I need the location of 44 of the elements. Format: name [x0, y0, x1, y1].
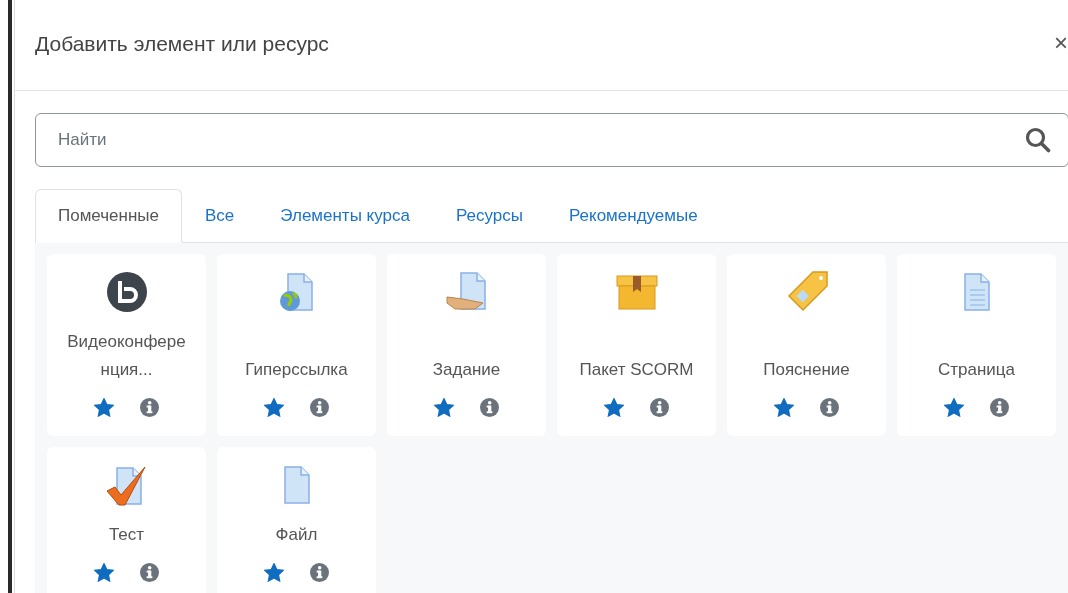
- search-field[interactable]: Найти: [35, 113, 1068, 167]
- star-button[interactable]: [264, 397, 284, 417]
- info-button[interactable]: [310, 397, 329, 417]
- module-label: Пояснение: [762, 359, 851, 381]
- star-button[interactable]: [604, 397, 624, 417]
- info-button[interactable]: [820, 397, 839, 417]
- module-label: Страница: [936, 359, 1017, 381]
- module-card[interactable]: Задание: [387, 254, 546, 436]
- module-label: Видеоконфере нция...: [66, 331, 187, 381]
- dialog-title: Добавить элемент или ресурс: [35, 32, 329, 57]
- info-button[interactable]: [650, 397, 669, 417]
- b-logo-icon: [106, 272, 147, 312]
- tab[interactable]: Все: [182, 189, 258, 243]
- info-button[interactable]: [990, 397, 1009, 417]
- star-button[interactable]: [774, 397, 794, 417]
- module-card[interactable]: Пояснение: [727, 254, 886, 436]
- module-card[interactable]: Страница: [897, 254, 1056, 436]
- module-label: Пакет SCORM: [578, 359, 695, 381]
- close-button[interactable]: ×: [1054, 29, 1068, 61]
- star-button[interactable]: [264, 562, 284, 582]
- module-card[interactable]: Видеоконфере нция...: [47, 254, 206, 436]
- info-button[interactable]: [480, 397, 499, 417]
- module-label: Гиперссылка: [244, 359, 349, 381]
- document-hand-icon: [444, 271, 489, 313]
- search-icon: [1025, 127, 1051, 153]
- star-button[interactable]: [434, 397, 454, 417]
- tab[interactable]: Рекомендуемые: [546, 189, 721, 243]
- module-card[interactable]: Пакет SCORM: [557, 254, 716, 436]
- star-button[interactable]: [94, 562, 114, 582]
- tab[interactable]: Элементы курса: [257, 189, 433, 243]
- module-label: Файл: [274, 524, 319, 546]
- module-card[interactable]: Файл: [217, 447, 376, 593]
- info-button[interactable]: [140, 397, 159, 417]
- info-button[interactable]: [140, 562, 159, 582]
- star-button[interactable]: [94, 397, 114, 417]
- tab[interactable]: Ресурсы: [432, 189, 546, 243]
- box-icon: [614, 273, 659, 311]
- module-label: Задание: [431, 359, 502, 381]
- star-button[interactable]: [944, 397, 964, 417]
- tab[interactable]: Помеченные: [35, 189, 182, 243]
- info-button[interactable]: [310, 562, 329, 582]
- module-card[interactable]: Тест: [47, 447, 206, 593]
- module-card[interactable]: Гиперссылка: [217, 254, 376, 436]
- module-label: Тест: [107, 524, 146, 546]
